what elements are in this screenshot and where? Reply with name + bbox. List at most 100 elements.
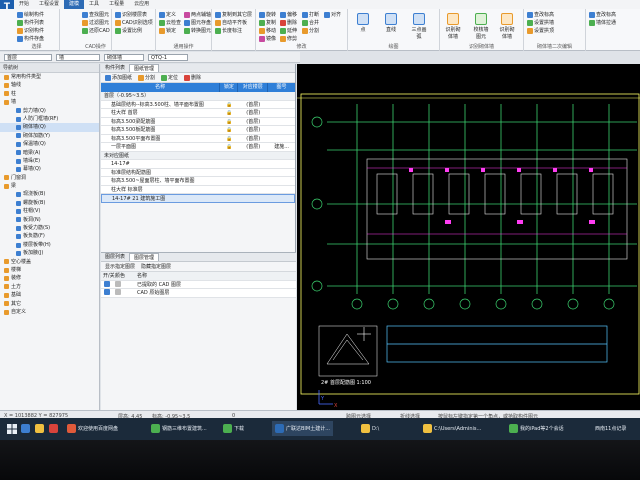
lock-icon[interactable] (220, 195, 238, 202)
nav-tree-item[interactable]: 楼层板带(H) (0, 241, 99, 249)
delete-drawing-button[interactable]: 删除 (184, 74, 201, 81)
lock-icon[interactable]: 🔒 (220, 126, 238, 134)
tab-tools[interactable]: 工具 (84, 0, 104, 9)
drawing-group-row[interactable]: 首层（-0.95~3.5） (101, 92, 295, 101)
drawing-row[interactable]: 标准层结构配筋图 (101, 168, 295, 177)
nav-tree-item[interactable]: 柱帽(V) (0, 207, 99, 215)
nav-tree-item[interactable]: 梁 (0, 182, 99, 190)
col-floor[interactable]: 对应楼层 (238, 83, 269, 92)
drawing-row[interactable]: 标高3.500平面布置图 🔒 (首层) (101, 134, 295, 143)
lock-icon[interactable] (220, 160, 238, 168)
break-button[interactable]: 打断 (302, 11, 319, 18)
nav-tree-item[interactable]: 墙 (0, 98, 99, 106)
element-save-button[interactable]: 图元存盘 (184, 19, 211, 26)
nav-tree-item[interactable]: 轴线 (0, 81, 99, 89)
folder-icon[interactable] (32, 421, 47, 436)
set-scale-button[interactable]: 设置比例 (115, 27, 142, 34)
check-wall-button[interactable]: 校核墙图元 (472, 13, 490, 40)
drawing-row[interactable]: 标高3.500板配筋图 🔒 (首层) (101, 126, 295, 135)
lock-icon[interactable]: 🔒 (220, 101, 238, 109)
lock-icon[interactable]: 🔒 (220, 143, 238, 151)
drawing-row[interactable]: 一层平面图 🔒 (首层) 建施... (101, 143, 295, 152)
draw-line-button[interactable]: 直线 (382, 13, 400, 33)
drawing-row[interactable]: 标高3.500~屋面层柱、墙平面布置图 (101, 177, 295, 186)
nav-tree-item[interactable]: 土方 (0, 283, 99, 291)
nav-tree-item[interactable]: 空心楼盖 (0, 258, 99, 266)
edge-icon[interactable] (18, 421, 33, 436)
add-drawing-button[interactable]: 添加图纸 (105, 74, 132, 81)
nav-tree-item[interactable]: 基础 (0, 291, 99, 299)
layer-row[interactable]: CAD 原始图层 (101, 289, 296, 298)
tab-start[interactable]: 开始 (14, 0, 34, 9)
three-point-arc-button[interactable]: 三点画弧 (410, 13, 428, 40)
lock-icon[interactable] (220, 177, 238, 185)
col-lock[interactable]: 锁定 (220, 83, 239, 92)
drawing-row[interactable]: 基础层结构--标高3.500柱、墙平面布置图 🔒 (首层) (101, 100, 295, 109)
tab-layer-list[interactable]: 图层列表 (101, 253, 129, 261)
type-select[interactable]: 砌体墙 (104, 54, 144, 61)
set-arch-wall-button[interactable]: 设置拱墙 (527, 19, 554, 26)
change-elevation-button[interactable]: 查改标高 (527, 11, 554, 18)
lock-icon[interactable]: 🔒 (220, 109, 238, 117)
draw-component-button[interactable]: 绘制构件 (17, 11, 44, 18)
cloud-check-button[interactable]: 云检查 (159, 19, 181, 26)
layer-checkbox[interactable] (101, 280, 115, 289)
tab-component-list[interactable]: 构件列表 (101, 64, 129, 72)
drawing-row[interactable]: 柱大样 首层 🔒 (首层) (101, 109, 295, 118)
wall-pull-through-button[interactable]: 墙体拉通 (589, 19, 616, 26)
nav-tree-item[interactable]: 保温墙(Q) (0, 140, 99, 148)
nav-tree-item[interactable]: 暗梁(A) (0, 149, 99, 157)
nav-tree-item[interactable]: 装修 (0, 274, 99, 282)
define-button[interactable]: 定义 (159, 11, 176, 18)
identify-masonry-wall-2-button[interactable]: 识别砌体墙 (498, 13, 516, 40)
col-drawing-no[interactable]: 图号 (268, 83, 295, 92)
nav-tree-item[interactable]: 幕墙(Q) (0, 165, 99, 173)
identify-component-button[interactable]: 识别构件 (17, 27, 44, 34)
set-arch-top-button[interactable]: 设置拱顶 (527, 27, 554, 34)
identify-masonry-wall-button[interactable]: 识别砌体墙 (444, 13, 462, 40)
delete-button[interactable]: 删除 (280, 19, 297, 26)
nav-tree-item[interactable]: 板洞(N) (0, 216, 99, 224)
length-dimension-button[interactable]: 长度标注 (215, 27, 242, 34)
tab-layer-management[interactable]: 图层管理 (129, 253, 160, 261)
nav-tree-item[interactable]: 门窗洞 (0, 174, 99, 182)
nav-tree-item[interactable]: 楼梯 (0, 266, 99, 274)
tab-modeling[interactable]: 建模 (64, 0, 85, 9)
nav-tree-item[interactable]: 板受力筋(S) (0, 224, 99, 232)
taskbar-item-download[interactable]: 下载 (220, 421, 247, 436)
component-list-button[interactable]: 构件列表 (17, 19, 44, 26)
align-button[interactable]: 对齐 (324, 11, 341, 18)
lock-icon[interactable] (220, 186, 238, 194)
split-drawing-button[interactable]: 分割 (138, 74, 155, 81)
two-point-axis-button[interactable]: 两点辅轴 (184, 11, 211, 18)
taskbar-item-netdisk[interactable]: 欢迎使用百度网盘 (64, 421, 121, 436)
tab-project-settings[interactable]: 工程设置 (34, 0, 64, 9)
taskbar-item-glodon[interactable]: 广联达BIM土建计... (272, 421, 333, 436)
cad-drawing-canvas[interactable]: 2# 首层配筋图 1:100 Y X (297, 64, 640, 410)
lock-icon[interactable]: 🔒 (220, 135, 238, 143)
drawing-group-row[interactable]: 未对应图纸 (101, 151, 295, 160)
trim-button[interactable]: 修剪 (280, 35, 297, 42)
tab-cloud[interactable]: 云应用 (129, 0, 154, 9)
taskbar-tray[interactable]: 西南11点记录 (592, 421, 629, 436)
restore-cad-button[interactable]: 还原CAD (82, 27, 110, 34)
nav-tree-item[interactable]: 剪力墙(Q) (0, 107, 99, 115)
taskbar-item-ipad[interactable]: 我的iPad等2个会话 (506, 421, 567, 436)
tab-quantities[interactable]: 工程量 (104, 0, 129, 9)
copy-to-floor-button[interactable]: 复制到其它层 (215, 11, 252, 18)
taskbar-item-d-drive[interactable]: D:\ (358, 421, 382, 436)
taskbar-item-rebar[interactable]: 钢筋三维布置建筑... (148, 421, 210, 436)
drawing-row[interactable]: 柱大样 标准层 (101, 185, 295, 194)
nav-tree-item[interactable]: 砌体墙(Q) (0, 123, 99, 132)
locate-drawing-button[interactable]: 定位 (161, 74, 178, 81)
offset-button[interactable]: 偏移 (280, 11, 297, 18)
mirror-button[interactable]: 镜像 (259, 35, 276, 42)
nav-tree-item[interactable]: 柱 (0, 90, 99, 98)
identify-floor-table-button[interactable]: 识别楼层表 (115, 11, 147, 18)
nav-tree-item[interactable]: 墙垛(E) (0, 157, 99, 165)
copy-button[interactable]: 复制 (259, 19, 276, 26)
element-select[interactable]: QTQ-1 (148, 54, 188, 61)
lock-icon[interactable]: 🔒 (220, 118, 238, 126)
drawing-row[interactable]: 标高3.500梁配筋图 🔒 (首层) (101, 117, 295, 126)
nav-tree-item[interactable]: 常用构件类型 (0, 73, 99, 81)
